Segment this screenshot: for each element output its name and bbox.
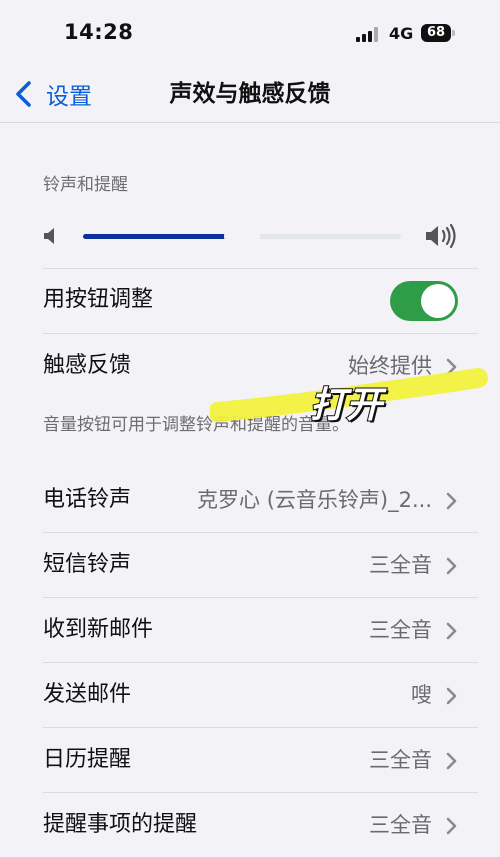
ringtone-label: 电话铃声 <box>43 487 132 512</box>
calendar-alert-row[interactable]: 日历提醒 三全音 <box>0 728 500 792</box>
use-buttons-toggle[interactable] <box>390 281 458 321</box>
chevron-right-icon <box>446 687 457 705</box>
status-bar: 14:28 4G 68 <box>0 0 500 68</box>
chevron-right-icon <box>446 622 457 640</box>
network-type: 4G <box>389 24 414 43</box>
haptics-label: 触感反馈 <box>43 353 132 378</box>
text-tone-row[interactable]: 短信铃声 三全音 <box>0 533 500 597</box>
new-mail-label: 收到新邮件 <box>43 617 154 642</box>
reminder-alert-label: 提醒事项的提醒 <box>43 812 198 837</box>
ringer-footer-note: 音量按钮可用于调整铃声和提醒的音量。 <box>43 415 349 435</box>
chevron-right-icon <box>446 557 457 575</box>
back-button[interactable]: 设置 <box>10 76 92 112</box>
chevron-right-icon <box>446 492 457 510</box>
ringer-volume-row <box>0 210 500 266</box>
status-time: 14:28 <box>64 20 134 44</box>
sent-mail-row[interactable]: 发送邮件 嗖 <box>0 663 500 727</box>
use-buttons-label: 用按钮调整 <box>43 287 154 312</box>
calendar-alert-value: 三全音 <box>369 748 432 772</box>
text-tone-value: 三全音 <box>369 553 432 577</box>
reminder-alert-value: 三全音 <box>369 813 432 837</box>
section-header-ringer: 铃声和提醒 <box>43 175 128 195</box>
haptics-value: 始终提供 <box>348 354 432 378</box>
chevron-left-icon <box>16 81 31 107</box>
haptics-row[interactable]: 触感反馈 始终提供 <box>0 334 500 398</box>
chevron-right-icon <box>446 817 457 835</box>
battery-tip <box>452 30 455 36</box>
speaker-low-icon <box>44 228 54 244</box>
back-label: 设置 <box>46 84 92 110</box>
chevron-right-icon <box>446 752 457 770</box>
speaker-high-icon <box>426 223 456 249</box>
slider-thumb[interactable] <box>224 225 260 248</box>
sent-mail-label: 发送邮件 <box>43 682 132 707</box>
sent-mail-value: 嗖 <box>411 683 432 707</box>
new-mail-row[interactable]: 收到新邮件 三全音 <box>0 598 500 662</box>
calendar-alert-label: 日历提醒 <box>43 747 132 772</box>
navigation-bar: 声效与触感反馈 设置 <box>0 68 500 123</box>
ringtone-value: 克罗心 (云音乐铃声)_2... <box>197 488 432 512</box>
battery-icon: 68 <box>421 24 451 42</box>
chevron-right-icon <box>446 358 457 376</box>
text-tone-label: 短信铃声 <box>43 552 132 577</box>
reminder-alert-row[interactable]: 提醒事项的提醒 三全音 <box>0 793 500 857</box>
ringer-volume-slider[interactable] <box>83 225 401 248</box>
battery-level: 68 <box>426 25 446 40</box>
use-buttons-row: 用按钮调整 <box>0 268 500 332</box>
ringtone-row[interactable]: 电话铃声 克罗心 (云音乐铃声)_2... <box>0 468 500 532</box>
new-mail-value: 三全音 <box>369 618 432 642</box>
toggle-knob <box>421 284 455 318</box>
slider-fill <box>83 234 242 239</box>
cellular-signal-icon <box>356 27 378 42</box>
